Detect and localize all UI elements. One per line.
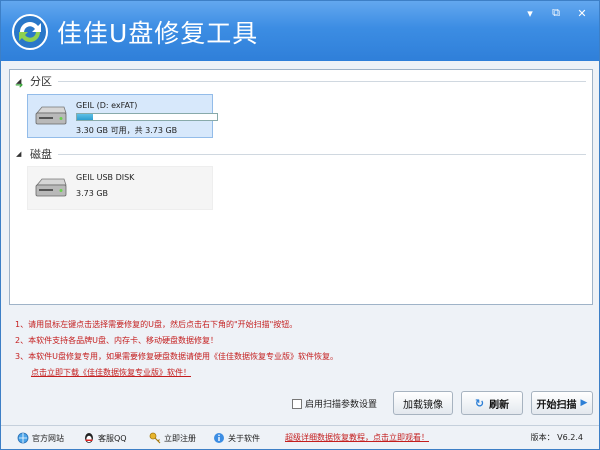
partition-size: 3.30 GB 可用，共 3.73 GB (76, 126, 178, 135)
refresh-label: 刷新 (489, 399, 510, 411)
window-controls: ▾ ⧉ ✕ (517, 4, 595, 22)
drive-icon (35, 106, 67, 125)
title-bar[interactable]: 佳佳U盘修复工具 ▾ ⧉ ✕ (1, 1, 599, 61)
app-title: 佳佳U盘修复工具 (57, 19, 259, 48)
key-icon (149, 432, 161, 444)
start-scan-button[interactable]: 开始扫描 ▶ (531, 391, 593, 415)
app-logo-icon (12, 14, 48, 50)
support-qq-label: 客服QQ (98, 433, 127, 443)
scan-settings-checkbox[interactable] (292, 398, 302, 409)
partition-usage-bar (76, 113, 218, 121)
about-link[interactable]: 关于软件 (213, 432, 260, 444)
version-label: 版本： V6.2.4 (530, 433, 583, 442)
load-image-label: 加载镜像 (403, 399, 443, 411)
footer-bar: 官方网站 客服QQ 立即注册 关于软件 超级详细数据恢复教程，点击立即观看！ 版… (1, 425, 599, 449)
support-qq-link[interactable]: 客服QQ (83, 432, 127, 444)
instructions: 1、请用鼠标左键点击选择需要修复的U盘，然后点击右下角的"开始扫描"按钮。 2、… (15, 317, 575, 381)
disk-size: 3.73 GB (76, 189, 109, 198)
divider (58, 80, 586, 82)
play-icon: ▶ (580, 398, 588, 408)
info-icon (214, 433, 224, 443)
collapse-icon[interactable]: ◢ (16, 150, 26, 158)
instruction-line: 2、本软件支持各品牌U盘、内存卡、移动硬盘数据修复！ (15, 336, 218, 345)
start-scan-label: 开始扫描 (536, 399, 577, 411)
partition-item[interactable]: GEIL (D: exFAT) 3.30 GB 可用，共 3.73 GB (27, 94, 218, 138)
app-window: 佳佳U盘修复工具 ▾ ⧉ ✕ ➜ ◢ 分区 GEIL (D: exFAT) 3.… (0, 0, 600, 450)
disk-group-label: 磁盘 (30, 148, 52, 161)
tutorial-link[interactable]: 超级详细数据恢复教程，点击立即观看！ (285, 432, 429, 443)
globe-icon (17, 432, 29, 444)
drive-icon (35, 178, 67, 197)
instruction-line: 1、请用鼠标左键点击选择需要修复的U盘，然后点击右下角的"开始扫描"按钮。 (15, 320, 298, 329)
load-image-button[interactable]: 加载镜像 (393, 391, 453, 415)
menu-icon[interactable]: ▾ (517, 4, 543, 22)
partition-group-label: 分区 (30, 75, 52, 88)
website-label: 官方网站 (32, 433, 64, 443)
qq-penguin-icon (85, 433, 93, 443)
partition-group-header[interactable]: ◢ 分区 (16, 73, 586, 89)
refresh-button[interactable]: ↻ 刷新 (461, 391, 523, 415)
partition-usage-fill (77, 114, 94, 120)
close-icon[interactable]: ✕ (569, 4, 595, 22)
instruction-line: 3、本软件U盘修复专用，如果需要修复硬盘数据请使用《佳佳数据恢复专业版》软件恢复… (15, 352, 338, 361)
website-link[interactable]: 官方网站 (17, 432, 64, 444)
register-label: 立即注册 (164, 433, 196, 443)
scan-settings-label: 启用扫描参数设置 (305, 400, 378, 410)
refresh-icon: ↻ (474, 396, 485, 410)
disk-name: GEIL USB DISK (76, 173, 135, 182)
device-panel: ➜ ◢ 分区 GEIL (D: exFAT) 3.30 GB 可用，共 3.73… (9, 69, 593, 305)
collapse-icon[interactable]: ◢ (16, 77, 26, 85)
partition-name: GEIL (D: exFAT) (76, 101, 138, 110)
register-link[interactable]: 立即注册 (149, 432, 196, 444)
download-link[interactable]: 点击立即下载《佳佳数据恢复专业版》软件！ (31, 365, 575, 381)
disk-item[interactable]: GEIL USB DISK 3.73 GB (27, 166, 213, 210)
maximize-icon[interactable]: ⧉ (543, 4, 569, 22)
about-label: 关于软件 (228, 433, 260, 443)
divider (58, 153, 586, 155)
scan-settings-option[interactable]: 启用扫描参数设置 (292, 397, 377, 410)
disk-group-header[interactable]: ◢ 磁盘 (16, 146, 586, 162)
